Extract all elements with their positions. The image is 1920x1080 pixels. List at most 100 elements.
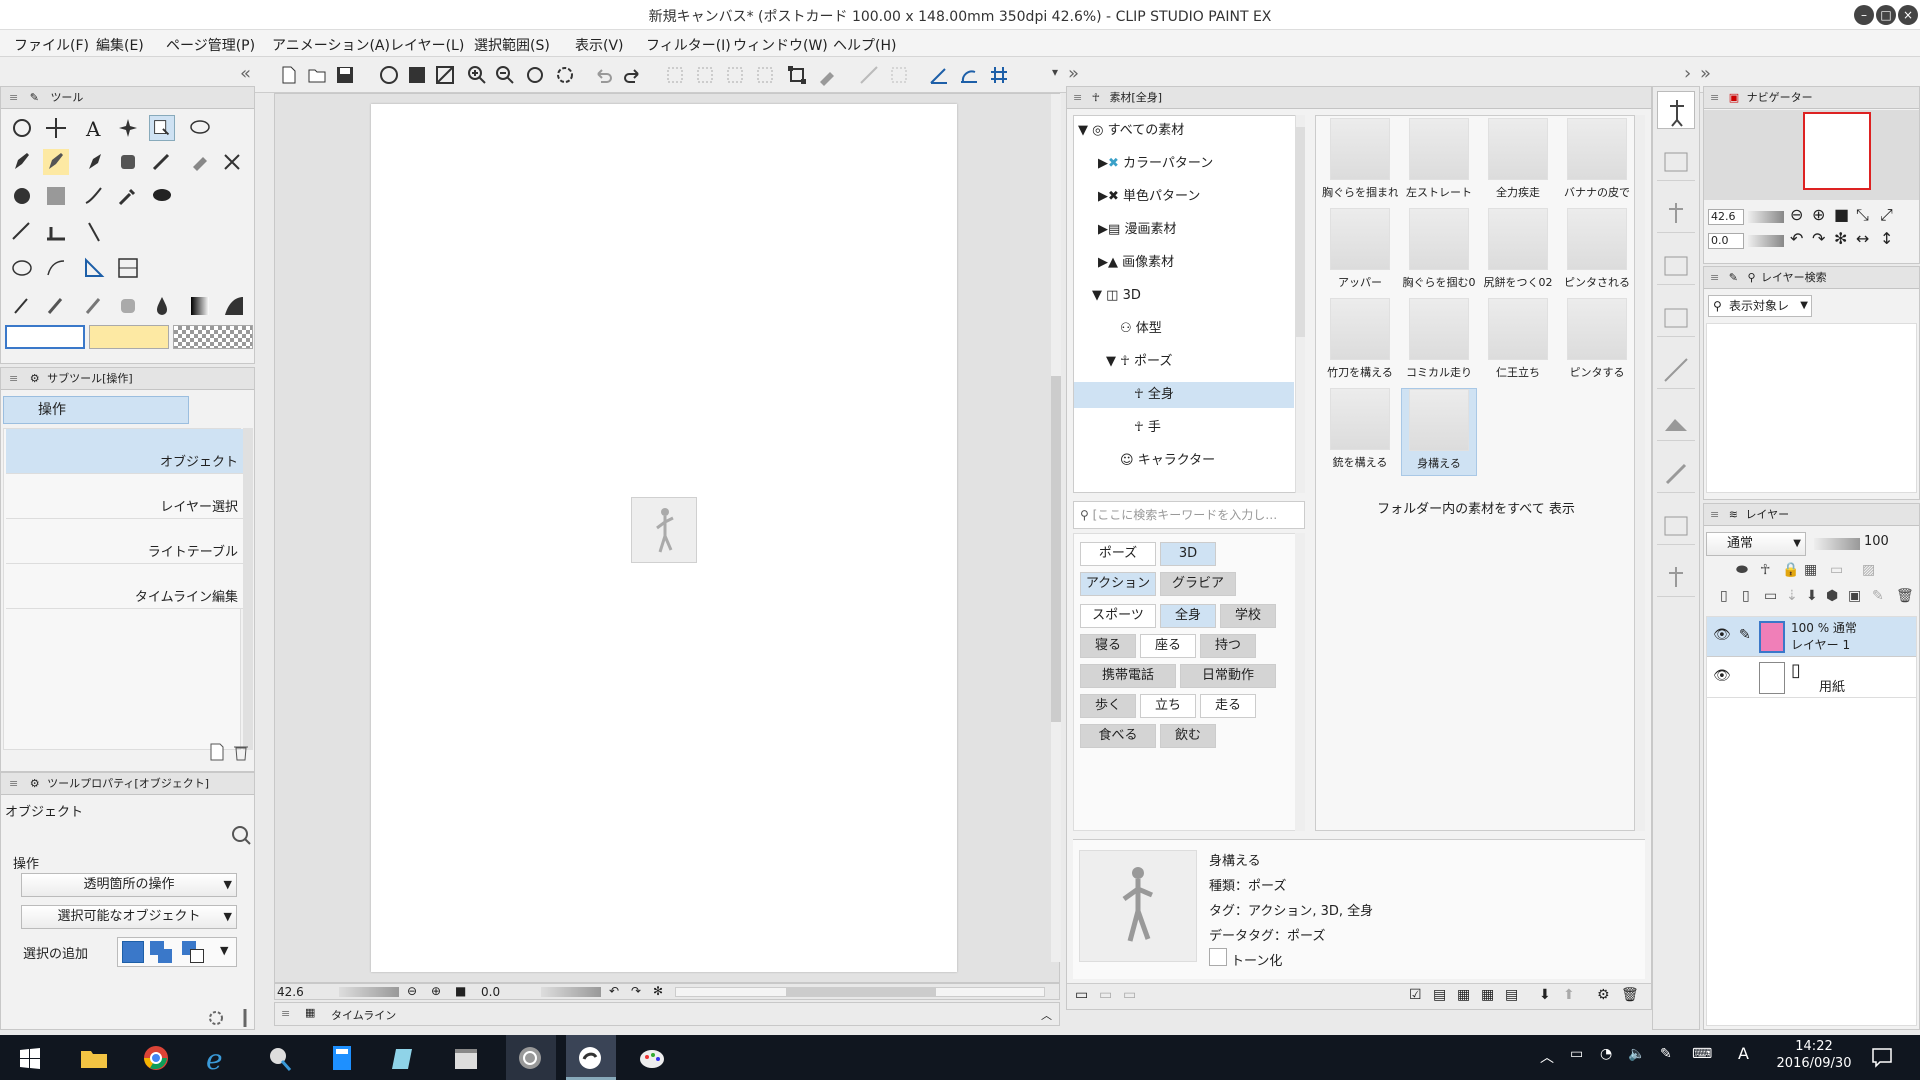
zoom-out-icon[interactable] [494,64,516,86]
smudge-tool-icon[interactable] [115,293,141,319]
menu-selection[interactable]: 選択範囲(S) [474,35,550,55]
navigator-reset-icon[interactable]: ✻ [1834,229,1847,248]
tree-item-3d[interactable]: ▼ ◫ 3D [1092,283,1141,309]
canvas-zoom-value[interactable]: 42.6 [277,985,304,999]
menu-layer[interactable]: レイヤー(L) [390,35,464,55]
upload-material-icon[interactable]: ⬆ [1563,987,1575,1003]
canvas-angle-value[interactable]: 0.0 [481,985,500,999]
paste-material-icon[interactable]: ▭ [1075,987,1088,1003]
sparkle-tool-icon[interactable] [115,115,141,141]
clip-studio-paint-icon[interactable] [574,1043,606,1073]
new-raster-layer-icon[interactable]: ▯ [1720,588,1728,604]
tag-stand[interactable]: 立ち [1140,694,1196,718]
material-thumb[interactable]: バナナの皮で [1559,118,1635,206]
tag-scrollbar[interactable] [1295,533,1305,831]
tray-overflow-icon[interactable]: ︿ [1540,1047,1554,1067]
subtool-item-layer-select[interactable]: レイヤー選択 [6,474,244,519]
navigator-zoom-out-icon[interactable]: ⊖ [1790,205,1803,224]
subtool-item-timeline-edit[interactable]: タイムライン編集 [6,564,244,609]
sub-color-swatch[interactable] [89,325,169,349]
layer-edit-pen-icon[interactable]: ✎ [1739,627,1751,643]
snap-special-ruler-icon[interactable] [958,64,980,86]
timeline-menu-icon[interactable]: ≡ [281,1007,290,1020]
rotate-view-icon[interactable] [554,64,576,86]
blend-tool-icon[interactable] [219,149,245,175]
timeline-label[interactable]: タイムライン [331,1007,396,1023]
subtool-scrollbar[interactable] [243,428,253,750]
close-button[interactable]: × [1898,5,1918,25]
show-all-materials-link[interactable]: フォルダー内の素材をすべて 表示 [1316,498,1636,517]
eyedropper-tool-icon[interactable] [115,183,141,209]
navigator-flip-icon[interactable]: ⤢ [1880,205,1893,225]
paper-visibility-eye-icon[interactable]: 👁 [1713,668,1731,684]
convert-icon[interactable] [816,64,838,86]
navigator-viewport[interactable] [1803,112,1871,190]
brush-tool-icon[interactable] [81,149,107,175]
layer-property-tab-icon[interactable]: ✎ [1729,271,1738,284]
figure-tool-icon[interactable] [81,183,107,209]
commandbar-dropdown-icon[interactable]: ▾ [1052,65,1058,79]
tree-item-all[interactable]: ▼ ◎ すべての素材 [1078,118,1184,144]
move-tool-icon[interactable] [43,115,69,141]
canvas-rotate-right-icon[interactable]: ↷ [631,984,641,998]
canvas-horizontal-scrollbar[interactable] [675,987,1045,997]
file-explorer-icon[interactable] [78,1043,110,1073]
side-material-effect-icon[interactable] [1657,351,1695,389]
selection-mode-dropdown-icon[interactable]: ▼ [220,944,228,957]
tag-drink[interactable]: 飲む [1160,724,1216,748]
navigator-rotate-right-icon[interactable]: ↷ [1812,229,1825,248]
ime-indicator[interactable]: A [1738,1044,1749,1063]
ellipse-select-icon[interactable] [9,255,35,281]
tree-item-body[interactable]: ⚇ 体型 [1120,316,1162,342]
fit-view-icon[interactable] [524,64,546,86]
layer-3d-icon[interactable]: ⬢ [1826,588,1838,604]
paint-app-icon[interactable] [264,1043,296,1073]
tree-item-fullbody[interactable]: ☥ 全身 [1074,382,1294,408]
tag-walk[interactable]: 歩く [1080,694,1136,718]
canvas-reset-rotate-icon[interactable]: ✻ [653,984,663,998]
tree-scrollbar[interactable] [1295,115,1305,493]
menu-animation[interactable]: アニメーション(A) [272,35,390,55]
navigator-preview-area[interactable] [1704,110,1919,200]
navigator-zoom-in-icon[interactable]: ⊕ [1812,205,1825,224]
delete-subtool-icon[interactable] [231,742,251,762]
blend-mode-dropdown[interactable]: 通常 ▼ [1706,532,1806,556]
selectable-object-dropdown[interactable]: 選択可能なオブジェクト ▼ [21,905,237,929]
download-material-icon[interactable]: ⬇ [1539,987,1551,1003]
layer-row[interactable]: 👁 ✎ 100 % 通常 レイヤー 1 [1707,617,1916,657]
side-material-folder-icon[interactable] [1657,143,1695,181]
tag-hold[interactable]: 持つ [1200,634,1256,658]
layer-mask-disable-icon[interactable]: ▨ [1862,562,1875,578]
tree-item-color-pattern[interactable]: ▶✖ カラーパターン [1098,151,1213,177]
keyboard-icon[interactable]: ⌨ [1692,1046,1712,1062]
windows-start-icon[interactable] [14,1043,46,1073]
pencil-tool-icon[interactable] [43,149,69,175]
tree-expand-manga-icon[interactable]: ▶ [1098,222,1108,237]
toolprop-wrench-icon[interactable] [237,1007,253,1029]
operation-tool-icon[interactable] [149,115,175,141]
register-material-icon[interactable]: ▭ [1123,987,1136,1003]
material-thumb[interactable]: 胸ぐらを掴む0 [1401,208,1477,296]
pen-tray-icon[interactable]: ✎ [1660,1046,1672,1062]
new-file-icon[interactable] [278,64,300,86]
navigator-flip-v-icon[interactable]: ↕ [1880,229,1893,248]
layer-reference-icon[interactable]: ☥ [1760,562,1770,578]
subtool-group-tab[interactable]: 操作 [3,396,189,424]
open-file-icon[interactable] [306,64,328,86]
canvas-area[interactable] [274,93,1061,983]
material-thumb-selected[interactable]: 身構える [1401,388,1477,476]
layer-search-target-dropdown[interactable]: ⚲ 表示対象レ ▼ [1708,295,1812,317]
view-detail-icon[interactable]: ▤ [1433,987,1446,1003]
tree-expand-color-icon[interactable]: ▶ [1098,156,1108,171]
navigator-angle-value[interactable]: 0.0 [1708,233,1744,249]
show-selection-icon[interactable] [858,64,880,86]
navigator-zoom-value[interactable]: 42.6 [1708,209,1744,225]
fill-icon[interactable] [724,64,746,86]
tone-checkbox[interactable] [1209,948,1227,966]
tree-collapse-pose-icon[interactable]: ▼ [1106,354,1116,369]
tag-run[interactable]: 走る [1200,694,1256,718]
layer-visibility-eye-icon[interactable]: 👁 [1713,627,1731,643]
menu-filter[interactable]: フィルター(I) [646,35,731,55]
tag-pose[interactable]: ポーズ [1080,542,1156,566]
side-material-manga-icon[interactable] [1657,299,1695,337]
